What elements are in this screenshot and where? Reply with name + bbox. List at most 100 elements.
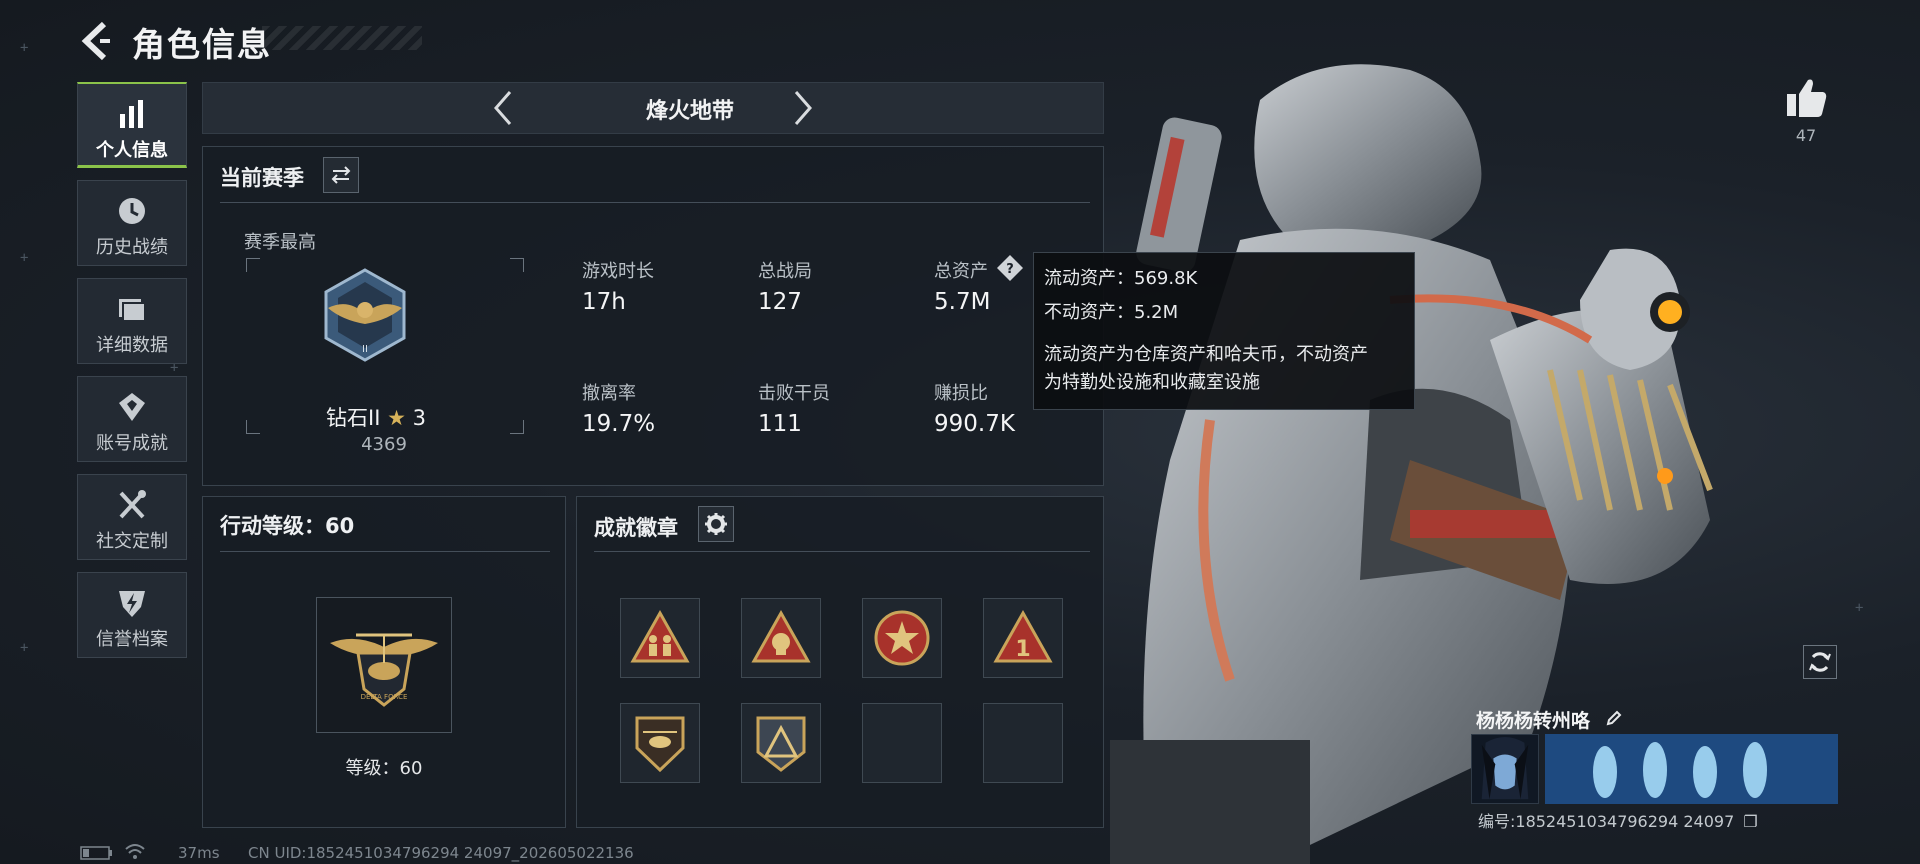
tooltip-description-line: 为特勤处设施和收藏室设施 [1044,372,1260,393]
rank-line: 钻石II ★ 3 [326,402,446,432]
achievements-title: 成就徽章 [594,516,678,540]
number-one-triangle-badge-icon: 1 [993,609,1053,663]
nav-label: 信誉档案 [96,629,168,650]
stat-value-operators-defeated: 111 [758,411,802,437]
achievement-badge[interactable]: 1 [983,598,1063,678]
thumbs-up-icon[interactable] [1783,76,1829,120]
like-count: 47 [1795,126,1817,145]
frame-corner [510,258,524,272]
achievement-badge-empty[interactable] [983,703,1063,783]
avatar[interactable] [1471,734,1539,804]
achievement-badge[interactable] [741,703,821,783]
back-button[interactable] [76,18,116,64]
frame-corner [510,420,524,434]
refresh-icon [1809,652,1831,672]
level-caption: 等级：60 [345,758,423,779]
achievement-badge-empty[interactable] [862,703,942,783]
achievement-badge[interactable] [620,703,700,783]
season-title: 当前赛季 [220,166,304,190]
player-id-text: 编号:1852451034796294 24097 [1478,812,1735,831]
bar-chart-icon [120,100,143,128]
rotate-view-button[interactable] [1803,645,1837,679]
nav-item-personal-info[interactable]: 个人信息 [77,82,187,168]
stat-label-total-matches: 总战局 [758,261,812,282]
divider [594,551,1090,552]
frame-corner [246,420,260,434]
battery-icon [80,846,112,860]
player-name-text: 杨杨杨转州咯 [1476,710,1591,732]
achievement-badge[interactable] [741,598,821,678]
triangle-shield-badge-icon [756,716,806,772]
mode-title: 烽火地带 [645,99,734,124]
player-id: 编号:1852451034796294 24097 ❐ [1478,808,1758,832]
tooltip-description-line: 流动资产为仓库资产和哈夫币，不动资产 [1044,344,1368,365]
svg-text:?: ? [1006,262,1014,277]
star-icon: ★ [387,406,406,430]
stat-label-total-assets: 总资产 [934,261,988,282]
prev-mode-chevron-icon[interactable] [490,88,516,128]
nav-label: 社交定制 [96,531,168,552]
crosshair-deco: + [20,250,29,266]
nav-item-credit-file[interactable]: 信誉档案 [77,572,187,658]
stat-value-playtime: 17h [582,289,626,315]
nav-label: 详细数据 [96,335,168,356]
rank-name: 钻石II [326,406,381,430]
stat-value-profit-ratio: 990.7K [934,411,1015,437]
tooltip-liquid-assets: 流动资产：569.8K [1044,268,1198,289]
gear-icon [705,513,727,535]
help-question-icon[interactable]: ? [996,254,1024,282]
soldiers-triangle-badge-icon [630,609,690,663]
crosshair-deco: + [1855,600,1864,616]
edit-pencil-icon[interactable] [1605,709,1623,732]
next-mode-chevron-icon[interactable] [790,88,816,128]
player-name: 杨杨杨转州咯 [1476,706,1623,733]
nav-item-history[interactable]: 历史战绩 [77,180,187,266]
diamond-rank-emblem-icon: II [324,268,406,362]
stat-value-extraction-rate: 19.7% [582,411,656,437]
stat-label-profit-ratio: 赚损比 [934,383,988,404]
folder-icon [119,299,146,322]
skull-triangle-badge-icon [751,609,811,663]
nav-item-social-custom[interactable]: 社交定制 [77,474,187,560]
rank-stars: 3 [412,406,426,430]
tooltip-fixed-assets: 不动资产：5.2M [1044,302,1179,323]
svg-text:1: 1 [1015,637,1030,662]
stat-label-playtime: 游戏时长 [582,261,654,282]
wifi-icon [125,844,145,859]
title-decoration [262,26,422,50]
stat-value-total-matches: 127 [758,289,802,315]
clock-icon [119,198,145,224]
divider [220,202,1090,203]
crosshair-deco: + [20,40,29,56]
achievement-badge[interactable] [620,598,700,678]
shield-lightning-icon [119,591,145,617]
name-card-banner [1545,734,1838,804]
svg-text:II: II [362,344,368,355]
nav-item-detailed-data[interactable]: 详细数据 [77,278,187,364]
page-title: 角色信息 [132,25,272,64]
achievements-settings-button[interactable] [698,506,734,542]
helicopter-shield-badge-icon [635,716,685,773]
nav-label: 账号成就 [96,433,168,454]
level-title: 行动等级：60 [220,514,355,538]
rank-score: 4369 [361,434,407,455]
stat-label-extraction-rate: 撤离率 [582,383,636,404]
divider [220,551,550,552]
helicopter-emblem-icon: DELTA FORCE [330,633,438,707]
achievement-icon [119,393,145,421]
nav-item-achievements[interactable]: 账号成就 [77,376,187,462]
season-switch-button[interactable] [323,157,359,193]
tools-icon [119,490,146,519]
stat-label-operators-defeated: 击败干员 [758,383,830,404]
achievement-badge[interactable] [862,598,942,678]
frame-corner [246,258,260,272]
uid-line: CN UID:1852451034796294 24097_2026050221… [248,844,634,862]
ping-latency: 37ms [178,844,220,862]
stat-value-total-assets: 5.7M [934,289,991,315]
star-round-badge-icon [874,610,930,666]
crosshair-deco: + [20,640,29,656]
nav-label: 历史战绩 [96,237,168,258]
nav-label: 个人信息 [96,140,168,161]
switch-arrows-icon [331,166,351,184]
copy-icon[interactable]: ❐ [1743,812,1757,831]
